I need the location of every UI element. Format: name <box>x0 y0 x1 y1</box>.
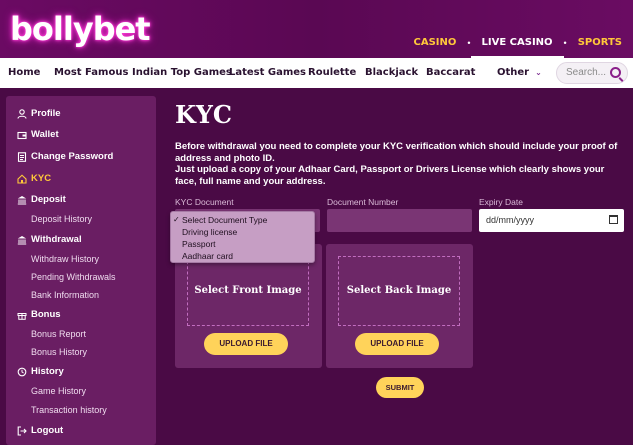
user-icon <box>16 108 27 119</box>
cat-home[interactable]: Home <box>8 58 40 88</box>
sidebar-item-label: Withdrawal <box>31 234 82 245</box>
sidebar-item-history[interactable]: History <box>16 366 64 377</box>
cat-other-label: Other <box>497 67 530 78</box>
sidebar-item-deposit[interactable]: Deposit <box>16 194 66 205</box>
wallet-icon <box>16 129 27 140</box>
bank-icon <box>16 234 27 245</box>
search-icon[interactable] <box>610 67 621 78</box>
document-icon <box>16 151 27 162</box>
back-image-label: Select Back Image <box>346 285 452 296</box>
dropdown-option[interactable]: Driving license <box>182 227 237 237</box>
sidebar-item-pending-withdrawals[interactable]: Pending Withdrawals <box>31 272 116 282</box>
logout-icon <box>16 425 27 436</box>
sidebar-item-bank-information[interactable]: Bank Information <box>31 290 99 300</box>
home-icon <box>16 173 27 184</box>
site-header: bollybet CASINO • LIVE CASINO • SPORTS <box>0 0 633 58</box>
sidebar-item-label: Logout <box>31 425 64 436</box>
top-nav: CASINO • LIVE CASINO • SPORTS <box>402 28 633 58</box>
chevron-down-icon: ⌄ <box>535 68 542 77</box>
sidebar-item-label: Change Password <box>31 151 114 162</box>
sidebar-item-game-history[interactable]: Game History <box>31 386 86 396</box>
search-placeholder: Search... <box>566 67 607 78</box>
page-title: KYC <box>175 100 233 129</box>
description-line: Before withdrawal you need to complete y… <box>175 141 618 164</box>
submit-button[interactable]: SUBMIT <box>376 377 424 398</box>
upload-front-button[interactable]: UPLOAD FILE <box>204 333 288 355</box>
dropdown-option[interactable]: Aadhaar card <box>182 251 233 261</box>
document-type-dropdown: Select Document Type Driving license Pas… <box>170 211 315 263</box>
dropdown-option[interactable]: Select Document Type <box>173 215 267 225</box>
front-image-label: Select Front Image <box>194 285 302 296</box>
sidebar-item-wallet[interactable]: Wallet <box>16 129 59 140</box>
document-number-field[interactable] <box>327 209 472 232</box>
description-line: Just upload a copy of your Adhaar Card, … <box>175 164 605 187</box>
gift-icon <box>16 309 27 320</box>
back-image-card: Select Back Image UPLOAD FILE <box>326 244 473 368</box>
front-image-dropzone[interactable]: Select Front Image <box>187 256 309 326</box>
dropdown-option[interactable]: Passport <box>182 239 216 249</box>
cat-baccarat[interactable]: Baccarat <box>426 58 475 88</box>
search-input[interactable]: Search... <box>556 62 628 84</box>
sidebar-item-bonus-history[interactable]: Bonus History <box>31 347 87 357</box>
back-image-dropzone[interactable]: Select Back Image <box>338 256 460 326</box>
nav-sports[interactable]: SPORTS <box>567 28 633 58</box>
sidebar-item-withdraw-history[interactable]: Withdraw History <box>31 254 99 264</box>
sidebar-item-kyc[interactable]: KYC <box>16 173 51 184</box>
sidebar-item-label: KYC <box>31 173 52 184</box>
expiry-date-field[interactable]: dd/mm/yyyy <box>479 209 624 232</box>
category-nav: Home Most Famous Indian Top Games Latest… <box>0 58 633 88</box>
sidebar-item-label: Bonus <box>31 309 61 320</box>
kyc-document-label: KYC Document <box>175 197 234 207</box>
sidebar-item-logout[interactable]: Logout <box>16 425 63 436</box>
sidebar-item-change-password[interactable]: Change Password <box>16 151 113 162</box>
account-sidebar: Profile Wallet Change Password KYC Depos… <box>6 96 156 445</box>
sidebar-item-withdrawal[interactable]: Withdrawal <box>16 234 82 245</box>
sidebar-item-bonus[interactable]: Bonus <box>16 309 61 320</box>
bollybet-logo[interactable]: bollybet <box>10 10 151 48</box>
cat-other[interactable]: Other ⌄ <box>497 58 542 88</box>
calendar-icon[interactable] <box>609 215 618 224</box>
cat-blackjack[interactable]: Blackjack <box>365 58 418 88</box>
sidebar-item-label: History <box>31 366 64 377</box>
sidebar-item-label: Profile <box>31 108 61 119</box>
document-number-label: Document Number <box>327 197 399 207</box>
cat-latest-games[interactable]: Latest Games <box>229 58 306 88</box>
expiry-date-value: dd/mm/yyyy <box>486 215 535 225</box>
nav-live-casino[interactable]: LIVE CASINO <box>470 28 564 58</box>
expiry-date-label: Expiry Date <box>479 197 523 207</box>
upload-back-button[interactable]: UPLOAD FILE <box>355 333 439 355</box>
sidebar-item-transaction-history[interactable]: Transaction history <box>31 405 107 415</box>
sidebar-item-deposit-history[interactable]: Deposit History <box>31 214 92 224</box>
cat-indian-top-games[interactable]: Indian Top Games <box>132 58 232 88</box>
kyc-description: Before withdrawal you need to complete y… <box>175 141 625 187</box>
cat-roulette[interactable]: Roulette <box>308 58 356 88</box>
cat-most-famous[interactable]: Most Famous <box>54 58 128 88</box>
bank-icon <box>16 194 27 205</box>
history-icon <box>16 366 27 377</box>
nav-casino[interactable]: CASINO <box>402 28 467 58</box>
sidebar-item-bonus-report[interactable]: Bonus Report <box>31 329 86 339</box>
sidebar-item-label: Deposit <box>31 194 66 205</box>
sidebar-item-label: Wallet <box>31 129 59 140</box>
sidebar-item-profile[interactable]: Profile <box>16 108 61 119</box>
